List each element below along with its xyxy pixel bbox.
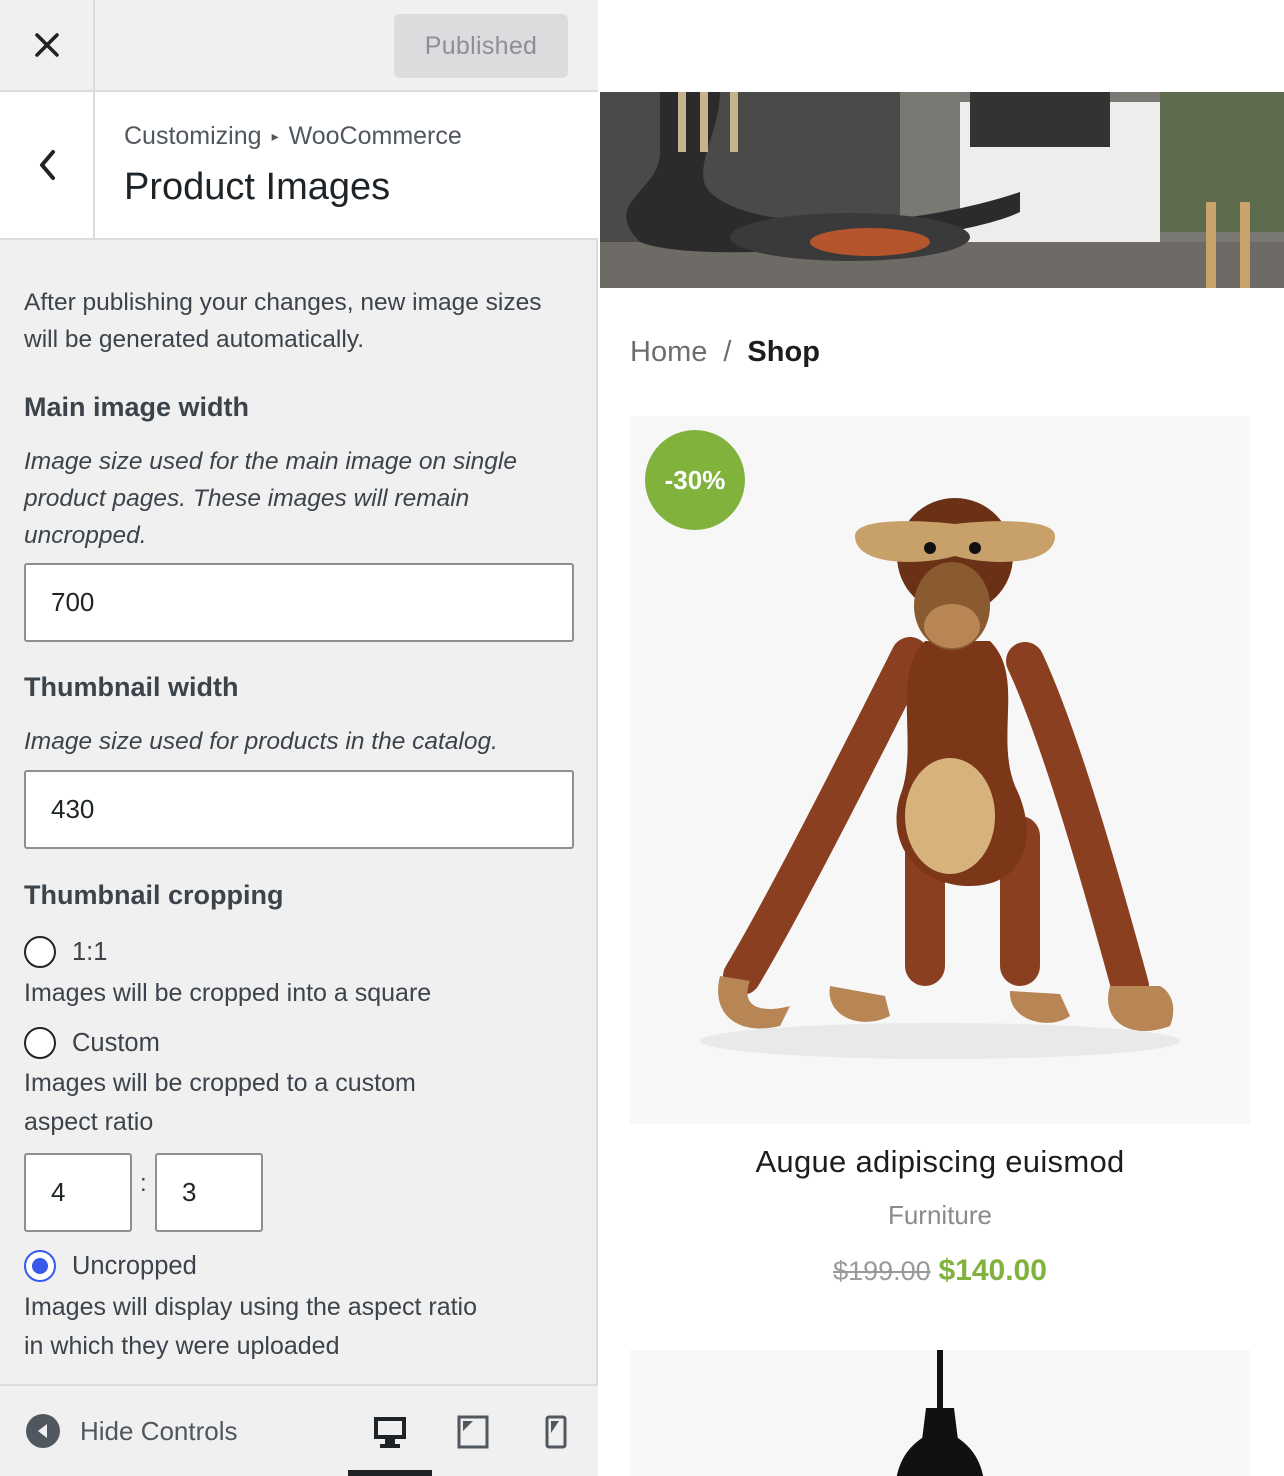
- breadcrumb-separator-icon: ▸: [271, 128, 279, 144]
- thumbnail-cropping-title: Thumbnail cropping: [24, 880, 284, 910]
- radio-square[interactable]: [24, 936, 56, 968]
- header-banner-image: [600, 92, 1284, 288]
- radio-uncropped[interactable]: [24, 1250, 56, 1282]
- product-sale-price: $140.00: [938, 1254, 1047, 1287]
- radio-custom[interactable]: [24, 1027, 56, 1059]
- cropping-option-square-label: 1:1: [72, 937, 108, 966]
- preview-mobile-button[interactable]: [532, 1408, 580, 1456]
- hide-controls-label: Hide Controls: [80, 1415, 238, 1446]
- section-title: Product Images: [124, 166, 391, 208]
- preview-tablet-button[interactable]: [449, 1408, 497, 1456]
- shop-breadcrumb: Home / Shop: [630, 336, 820, 369]
- close-icon: [34, 33, 59, 57]
- tablet-icon: [457, 1415, 489, 1449]
- breadcrumb: Customizing ▸ WooCommerce: [124, 122, 462, 151]
- breadcrumb-home-link[interactable]: Home: [630, 336, 707, 369]
- published-button[interactable]: Published: [394, 14, 568, 78]
- sale-badge: -30%: [645, 430, 745, 530]
- main-image-width-input[interactable]: 700: [24, 563, 574, 642]
- cropping-option-custom[interactable]: Custom: [24, 1027, 160, 1059]
- main-image-width-title: Main image width: [24, 392, 250, 422]
- section-header: Customizing ▸ WooCommerce Product Images: [0, 92, 598, 240]
- pendant-lamp-image: [896, 1350, 984, 1476]
- cropping-option-uncropped[interactable]: Uncropped: [24, 1250, 197, 1282]
- cropping-option-uncropped-description: Images will display using the aspect rat…: [24, 1293, 478, 1360]
- chevron-left-icon: [39, 150, 55, 180]
- cropping-option-custom-description: Images will be cropped to a custom aspec…: [24, 1069, 416, 1136]
- wooden-monkey-image: [700, 498, 1180, 1059]
- back-button[interactable]: [0, 92, 95, 238]
- thumbnail-width-title: Thumbnail width: [24, 672, 239, 702]
- breadcrumb-parent: WooCommerce: [288, 122, 462, 150]
- custom-ratio-height-input[interactable]: 3: [155, 1153, 263, 1232]
- regenerate-notice: After publishing your changes, new image…: [24, 289, 542, 353]
- product-old-price: $199.00: [833, 1256, 931, 1286]
- hide-controls-button[interactable]: Hide Controls: [26, 1414, 238, 1448]
- product-image[interactable]: -30%: [630, 416, 1250, 1124]
- cropping-option-custom-label: Custom: [72, 1028, 160, 1057]
- fireplace-scene-image: [600, 92, 1284, 288]
- main-image-width-description: Image size used for the main image on si…: [24, 448, 517, 549]
- ratio-separator: :: [140, 1170, 147, 1197]
- site-preview: Home / Shop -30% Augue adipiscing euismo…: [600, 0, 1284, 1476]
- cropping-option-square[interactable]: 1:1: [24, 936, 107, 968]
- custom-ratio-width-input[interactable]: 4: [24, 1153, 132, 1232]
- active-device-indicator: [348, 1470, 432, 1476]
- cropping-option-uncropped-label: Uncropped: [72, 1251, 197, 1280]
- thumbnail-width-description: Image size used for products in the cata…: [24, 728, 498, 755]
- customizer-sidebar: Published Customizing ▸ WooCommerce Prod…: [0, 0, 598, 1476]
- collapse-arrow-icon: [26, 1414, 60, 1448]
- product-price: $199.00 $140.00: [630, 1254, 1250, 1288]
- cropping-option-square-description: Images will be cropped into a square: [24, 979, 432, 1007]
- breadcrumb-root: Customizing: [124, 122, 262, 150]
- product-image-2[interactable]: [630, 1350, 1250, 1476]
- preview-desktop-button[interactable]: [366, 1408, 414, 1456]
- breadcrumb-slash: /: [723, 336, 732, 368]
- close-customizer-button[interactable]: [0, 0, 95, 90]
- product-title-link[interactable]: Augue adipiscing euismod: [630, 1144, 1250, 1180]
- breadcrumb-current: Shop: [747, 336, 820, 368]
- desktop-icon: [374, 1417, 406, 1448]
- customizer-footer: Hide Controls: [0, 1384, 598, 1476]
- thumbnail-width-input[interactable]: 430: [24, 770, 574, 849]
- customizer-header: Published: [0, 0, 598, 92]
- mobile-icon: [545, 1415, 567, 1449]
- product-category[interactable]: Furniture: [630, 1200, 1250, 1231]
